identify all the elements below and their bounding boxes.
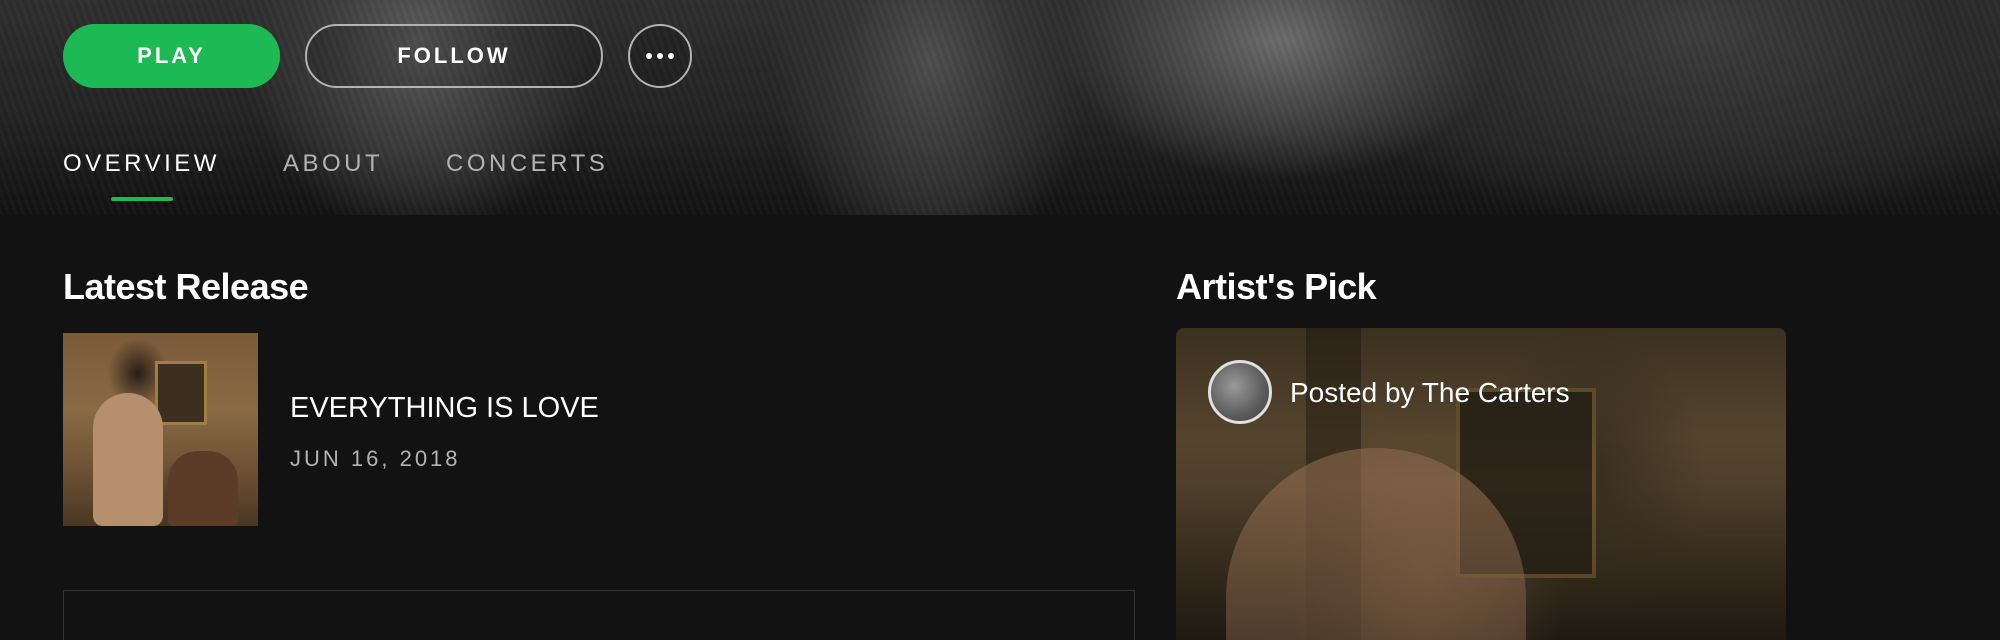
follow-button[interactable]: FOLLOW bbox=[305, 24, 603, 88]
artists-pick-heading: Artist's Pick bbox=[1176, 266, 1377, 307]
tab-overview[interactable]: OVERVIEW bbox=[63, 150, 220, 178]
poster-avatar[interactable] bbox=[1208, 360, 1272, 424]
more-dots-icon bbox=[646, 53, 652, 59]
release-list-container bbox=[63, 590, 1135, 640]
play-button[interactable]: PLAY bbox=[63, 24, 280, 88]
artist-header-image bbox=[0, 0, 2000, 215]
tab-about[interactable]: ABOUT bbox=[283, 150, 383, 178]
latest-release-heading: Latest Release bbox=[63, 266, 309, 307]
posted-by-label: Posted by The Carters bbox=[1290, 377, 1570, 408]
album-cover-painting bbox=[155, 361, 207, 425]
album-release-date: JUN 16, 2018 bbox=[290, 446, 461, 471]
active-tab-indicator bbox=[111, 197, 173, 201]
album-cover[interactable] bbox=[63, 333, 258, 526]
more-dot bbox=[668, 53, 674, 59]
more-options-button[interactable] bbox=[628, 24, 692, 88]
tab-concerts[interactable]: CONCERTS bbox=[446, 150, 608, 178]
album-title[interactable]: EVERYTHING IS LOVE bbox=[290, 392, 599, 425]
album-cover-figure bbox=[168, 451, 238, 526]
more-dot bbox=[657, 53, 663, 59]
album-cover-figure bbox=[93, 393, 163, 526]
